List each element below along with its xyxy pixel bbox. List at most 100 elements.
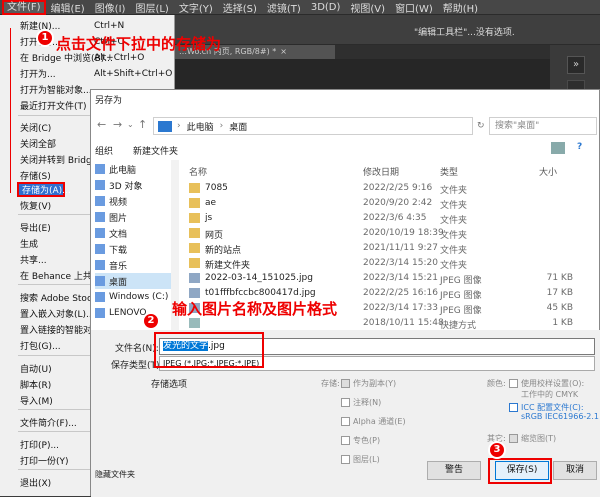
store-option-checkbox[interactable]: 注释(N)	[341, 397, 381, 408]
file-name: 7085	[205, 183, 228, 193]
store-option-checkbox[interactable]: 图层(L)	[341, 454, 380, 465]
step-3-badge: 3	[488, 441, 506, 459]
file-date: 2022/2/25 16:16	[363, 288, 438, 298]
color-label: 颜色:	[487, 379, 506, 388]
thumbnail-checkbox[interactable]: 缩览图(T)	[509, 433, 556, 444]
menu-item-label: 置入链接的智能对象	[20, 326, 102, 336]
tree-item[interactable]: 图片	[95, 209, 171, 225]
filename-label: 文件名(N):	[115, 344, 159, 354]
store-option-label: 图层(L)	[353, 455, 380, 464]
step-2-badge: 2	[142, 312, 160, 330]
store-option-checkbox[interactable]: 专色(P)	[341, 435, 380, 446]
col-type[interactable]: 类型	[440, 165, 458, 178]
file-name: ae	[205, 198, 217, 208]
col-date[interactable]: 修改日期	[363, 165, 399, 178]
file-name: 网页	[205, 231, 224, 241]
save-options-label: 存储选项	[151, 380, 188, 390]
menu-8[interactable]: 视图(V)	[345, 0, 390, 15]
proof-checkbox[interactable]: 使用校样设置(O):	[509, 378, 584, 389]
file-type: 文件夹	[440, 216, 468, 226]
tree-item[interactable]: 此电脑	[95, 161, 171, 177]
folder-icon	[95, 276, 105, 286]
menu-6[interactable]: 滤镜(T)	[262, 0, 306, 15]
folder-icon	[189, 183, 200, 193]
menu-5[interactable]: 选择(S)	[218, 0, 262, 15]
canvas-area	[175, 59, 550, 89]
address-bar[interactable]: › 此电脑 › 桌面	[153, 117, 473, 135]
menu-9[interactable]: 窗口(W)	[390, 0, 438, 15]
breadcrumb-separator: ›	[219, 121, 224, 131]
menu-2[interactable]: 图像(I)	[90, 0, 131, 15]
menu-item-label: 导入(M)	[20, 397, 53, 407]
file-row[interactable]: 新的站点 2021/11/11 9:27 文件夹	[187, 241, 600, 256]
breadcrumb-pc[interactable]: 此电脑	[187, 120, 214, 133]
file-row[interactable]: ae 2020/9/20 2:42 文件夹	[187, 196, 600, 211]
search-input[interactable]: 搜索"桌面"	[489, 117, 597, 135]
col-size[interactable]: 大小	[539, 165, 557, 178]
folder-icon	[95, 196, 105, 206]
step-1-badge: 1	[36, 29, 54, 47]
tree-item[interactable]: 音乐	[95, 257, 171, 273]
file-row[interactable]: 新建文件夹 2022/3/14 15:20 文件夹	[187, 256, 600, 271]
tree-item[interactable]: 文档	[95, 225, 171, 241]
up-icon[interactable]: ↑	[138, 118, 147, 131]
refresh-icon[interactable]: ↻	[477, 121, 485, 131]
cancel-button[interactable]: 取消	[553, 461, 597, 480]
file-row[interactable]: 网页 2020/10/19 18:39 文件夹	[187, 226, 600, 241]
menu-4[interactable]: 文字(Y)	[174, 0, 218, 15]
tree-item-label: 桌面	[109, 277, 128, 288]
tree-item[interactable]: Windows (C:)	[95, 289, 171, 305]
file-size: 71 KB	[546, 273, 573, 283]
tree-item[interactable]: 视频	[95, 193, 171, 209]
organize-button[interactable]: 组织	[95, 144, 113, 157]
hide-folders-toggle[interactable]: 隐藏文件夹	[95, 469, 135, 480]
store-option-checkbox[interactable]: 作为副本(Y)	[341, 378, 396, 389]
file-menu-item-10[interactable]: 存储为(A)...	[17, 182, 71, 197]
callout-leader	[10, 28, 11, 193]
view-icon[interactable]	[551, 142, 565, 154]
dialog-title: 另存为	[95, 96, 123, 106]
file-type: 文件夹	[440, 186, 468, 196]
save-as-dialog: 另存为 ← → ⌄ ↑ › 此电脑 › 桌面 ↻ 搜索"桌面" 组织 新建文件夹…	[90, 89, 600, 497]
tree-item[interactable]: 3D 对象	[95, 177, 171, 193]
file-menu-item-0[interactable]: 新建(N)... Ctrl+N	[0, 18, 175, 33]
forward-icon[interactable]: →	[113, 118, 122, 131]
file-row[interactable]: 2022-03-14_151025.jpg 2022/3/14 15:21 JPEG…	[187, 271, 600, 286]
col-name[interactable]: 名称	[189, 165, 207, 178]
options-bar	[175, 15, 600, 45]
file-size: 17 KB	[546, 288, 573, 298]
app-menubar: 文件(F) 编辑(E) 图像(I) 图层(L) 文字(Y) 选择(S) 滤镜(T) 3D(D)…	[0, 0, 600, 15]
tree-item[interactable]: 下载	[95, 241, 171, 257]
menu-10[interactable]: 帮助(H)	[438, 0, 483, 15]
menu-item-label: 打包(G)...	[20, 342, 61, 352]
menu-0[interactable]: 文件(F)	[2, 0, 46, 15]
file-row[interactable]: 7085 2022/2/25 9:16 文件夹	[187, 181, 600, 196]
dialog-toolbar: 组织 新建文件夹 ?	[91, 140, 600, 160]
menu-item-shortcut: Alt+Ctrl+O	[94, 52, 145, 63]
menu-item-label: 退出(X)	[20, 479, 52, 489]
panel-toggle-icon[interactable]: »	[567, 56, 585, 74]
menu-item-label: 导出(E)	[20, 224, 51, 234]
file-row[interactable]: js 2022/3/6 4:35 文件夹	[187, 211, 600, 226]
tree-item-label: 此电脑	[109, 165, 137, 176]
close-icon[interactable]: ×	[280, 47, 287, 56]
warning-button[interactable]: 警告	[427, 461, 481, 480]
step-2-text: 输入图片名称及图片格式	[172, 300, 338, 318]
store-option-checkbox[interactable]: Alpha 通道(E)	[341, 416, 406, 427]
menu-3[interactable]: 图层(L)	[130, 0, 173, 15]
menu-item-label: 共享...	[20, 256, 47, 266]
breadcrumb-desktop[interactable]: 桌面	[229, 120, 247, 133]
menu-item-label: 存储(S)	[20, 172, 51, 182]
help-icon[interactable]: ?	[577, 142, 582, 152]
menu-item-shortcut: Alt+Shift+Ctrl+O	[94, 68, 173, 79]
back-icon[interactable]: ←	[97, 118, 106, 131]
file-name: t01fffbfccbc800417d.jpg	[205, 288, 316, 298]
new-folder-button[interactable]: 新建文件夹	[133, 144, 178, 157]
chevron-down-icon[interactable]: ⌄	[127, 120, 134, 129]
menu-1[interactable]: 编辑(E)	[46, 0, 90, 15]
menu-7[interactable]: 3D(D)	[306, 2, 346, 13]
file-date: 2021/11/11 9:27	[363, 243, 438, 253]
file-menu-item-3[interactable]: 打开为... Alt+Shift+Ctrl+O	[0, 66, 175, 81]
file-date: 2022/3/14 15:21	[363, 273, 438, 283]
tree-item[interactable]: 桌面	[95, 273, 171, 289]
